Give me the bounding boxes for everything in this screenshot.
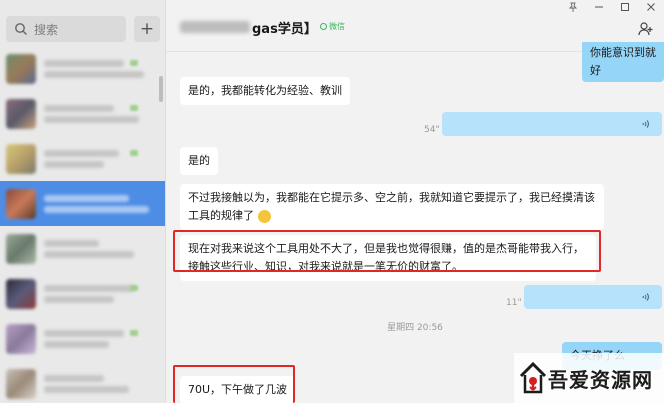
pin-icon[interactable]	[568, 2, 578, 15]
sidebar-scrollbar[interactable]	[159, 76, 163, 102]
avatar	[6, 53, 36, 84]
conversation-preview	[44, 101, 165, 127]
voice-duration: 54"	[424, 125, 440, 135]
avatar	[6, 98, 36, 129]
search-icon	[14, 22, 28, 36]
avatar	[6, 143, 36, 174]
message-timestamp: 星期四 20:56	[387, 323, 443, 333]
voice-message-outgoing[interactable]	[524, 285, 662, 309]
conversation-item[interactable]	[0, 361, 165, 403]
watermark-text: 吾爱资源网	[548, 367, 653, 392]
wechat-icon	[320, 23, 327, 30]
search-input[interactable]: 搜索	[6, 16, 126, 42]
message-outgoing[interactable]: 你能意识到就好	[582, 42, 664, 82]
emoji-icon	[257, 209, 271, 223]
voice-wave-icon	[642, 118, 652, 130]
chat-title: gas学员】	[252, 22, 317, 37]
status-badge	[130, 60, 138, 66]
conversation-preview	[44, 56, 165, 82]
minimize-icon[interactable]	[594, 2, 604, 15]
conversation-sidebar: 搜索 +	[0, 0, 166, 403]
voice-duration: 11"	[506, 298, 522, 308]
conversation-preview	[44, 326, 165, 352]
conversation-item[interactable]	[0, 226, 165, 271]
avatar	[6, 188, 36, 219]
search-placeholder: 搜索	[34, 22, 59, 37]
avatar	[6, 323, 36, 354]
conversation-preview	[44, 281, 165, 307]
message-incoming[interactable]: 是的，我都能转化为经验、教训	[180, 77, 350, 105]
add-chat-button[interactable]: +	[134, 16, 160, 42]
search-row: 搜索 +	[6, 16, 160, 42]
highlight-box	[173, 230, 601, 272]
status-badge	[130, 150, 138, 156]
conversation-item[interactable]	[0, 91, 165, 136]
status-badge	[130, 285, 138, 291]
highlight-box	[173, 365, 295, 403]
message-text: 是的	[188, 154, 210, 167]
add-member-icon[interactable]	[638, 22, 654, 36]
house-logo-icon	[518, 358, 548, 398]
status-badge	[130, 330, 138, 336]
window-controls	[568, 2, 656, 15]
close-icon[interactable]	[646, 2, 656, 15]
voice-message-outgoing[interactable]	[442, 112, 662, 136]
chat-panel: gas学员】 微信 你能意识到就好 是的，我都能转化为经验、教训 54" 是的 …	[166, 0, 664, 403]
conversation-preview	[44, 146, 165, 172]
avatar	[6, 278, 36, 309]
conversation-preview	[44, 191, 165, 217]
status-badge	[130, 105, 138, 111]
message-incoming[interactable]: 是的	[180, 147, 218, 175]
conversation-item[interactable]	[0, 316, 165, 361]
avatar	[6, 368, 36, 399]
channel-tag: 微信	[320, 21, 345, 32]
chat-title-redacted	[180, 21, 250, 33]
conversation-preview	[44, 371, 165, 397]
message-text: 是的，我都能转化为经验、教训	[188, 84, 342, 97]
voice-wave-icon	[642, 291, 652, 303]
message-text: 不过我接触以为，我都能在它提示多、空之前，我就知道它要提示了，我已经摸清该工具的…	[188, 191, 595, 222]
watermark: 吾爱资源网	[514, 353, 664, 403]
conversation-item-active[interactable]	[0, 181, 165, 226]
channel-tag-label: 微信	[329, 22, 345, 31]
message-text: 你能意识到就好	[590, 46, 656, 77]
conversation-preview	[44, 236, 165, 262]
conversation-item[interactable]	[0, 136, 165, 181]
maximize-icon[interactable]	[620, 2, 630, 15]
conversation-list	[0, 46, 165, 403]
conversation-item[interactable]	[0, 271, 165, 316]
message-incoming[interactable]: 不过我接触以为，我都能在它提示多、空之前，我就知道它要提示了，我已经摸清该工具的…	[180, 184, 604, 230]
avatar	[6, 233, 36, 264]
conversation-item[interactable]	[0, 46, 165, 91]
